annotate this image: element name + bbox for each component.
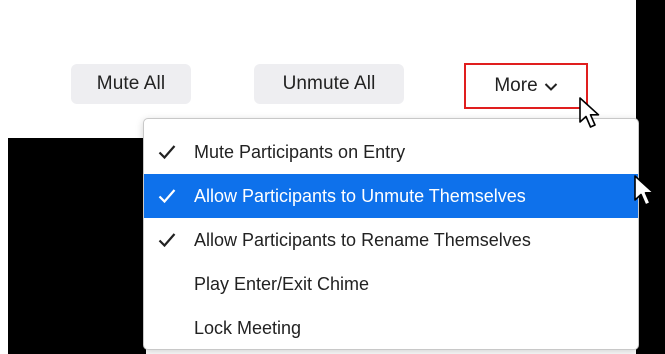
menu-item-label: Play Enter/Exit Chime [194, 273, 370, 294]
menu-item-allow-rename[interactable]: Allow Participants to Rename Themselves [144, 218, 638, 262]
chevron-down-icon [544, 83, 557, 91]
menu-item-lock-meeting[interactable]: Lock Meeting [144, 306, 638, 350]
menu-item-mute-on-entry[interactable]: Mute Participants on Entry [144, 130, 638, 174]
checkmark-icon [158, 145, 176, 160]
unmute-all-button[interactable]: Unmute All [254, 64, 404, 104]
mouse-pointer-icon [579, 97, 600, 128]
mute-all-button[interactable]: Mute All [71, 64, 191, 104]
menu-item-allow-unmute[interactable]: Allow Participants to Unmute Themselves [144, 174, 638, 218]
checkmark-icon [158, 233, 176, 248]
mouse-pointer-icon [634, 175, 655, 206]
checkmark-icon [158, 189, 176, 204]
menu-item-label: Allow Participants to Rename Themselves [194, 229, 531, 250]
more-options-menu: Mute Participants on Entry Allow Partici… [143, 118, 639, 350]
menu-item-label: Mute Participants on Entry [194, 141, 406, 162]
more-button[interactable]: More [464, 63, 588, 109]
menu-item-label: Allow Participants to Unmute Themselves [194, 185, 526, 206]
menu-item-play-chime[interactable]: Play Enter/Exit Chime [144, 262, 638, 306]
video-area-left [8, 138, 146, 354]
more-button-label: More [494, 75, 538, 96]
menu-item-label: Lock Meeting [194, 317, 302, 338]
